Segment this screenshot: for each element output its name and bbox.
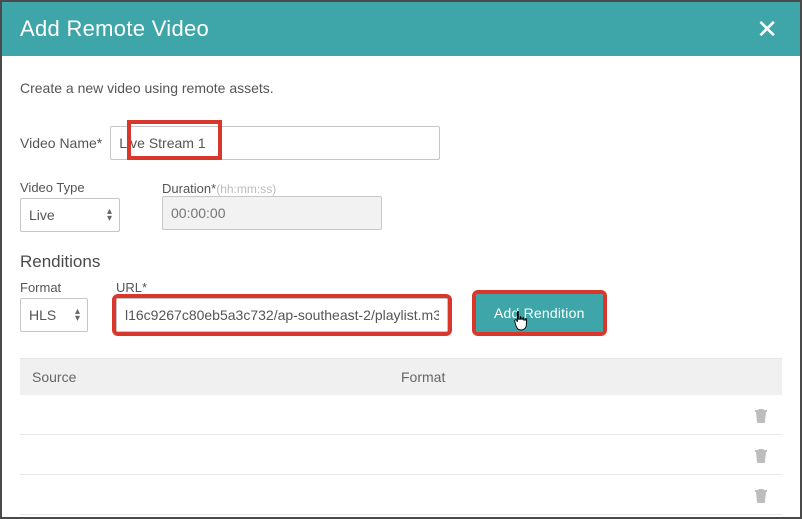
format-select-wrap: HLS ▴▾ (20, 298, 88, 332)
video-name-label: Video Name* (20, 135, 102, 151)
add-rendition-button[interactable]: Add Rendition (476, 294, 603, 332)
modal-header: Add Remote Video ✕ (2, 2, 800, 56)
col-format: Format (401, 369, 770, 385)
table-row (20, 435, 782, 475)
format-select[interactable]: HLS (20, 298, 88, 332)
table-header: Source Format (20, 359, 782, 395)
video-type-select-wrap: Live ▴▾ (20, 198, 120, 232)
format-label: Format (20, 280, 80, 295)
trash-icon[interactable] (754, 407, 768, 423)
url-input[interactable] (116, 298, 448, 332)
modal-title: Add Remote Video (20, 16, 209, 42)
url-label: URL* (116, 280, 440, 295)
video-name-input[interactable] (110, 126, 440, 160)
trash-icon[interactable] (754, 447, 768, 463)
intro-text: Create a new video using remote assets. (20, 80, 782, 96)
video-type-label: Video Type (20, 180, 112, 195)
col-source: Source (32, 369, 401, 385)
renditions-table: Source Format (20, 358, 782, 515)
close-icon[interactable]: ✕ (756, 16, 778, 42)
duration-input (162, 196, 382, 230)
duration-hint: (hh:mm:ss) (216, 182, 276, 196)
table-row (20, 475, 782, 515)
trash-icon[interactable] (754, 487, 768, 503)
video-type-select[interactable]: Live (20, 198, 120, 232)
duration-label: Duration* (162, 181, 216, 196)
renditions-title: Renditions (20, 252, 782, 272)
table-row (20, 395, 782, 435)
